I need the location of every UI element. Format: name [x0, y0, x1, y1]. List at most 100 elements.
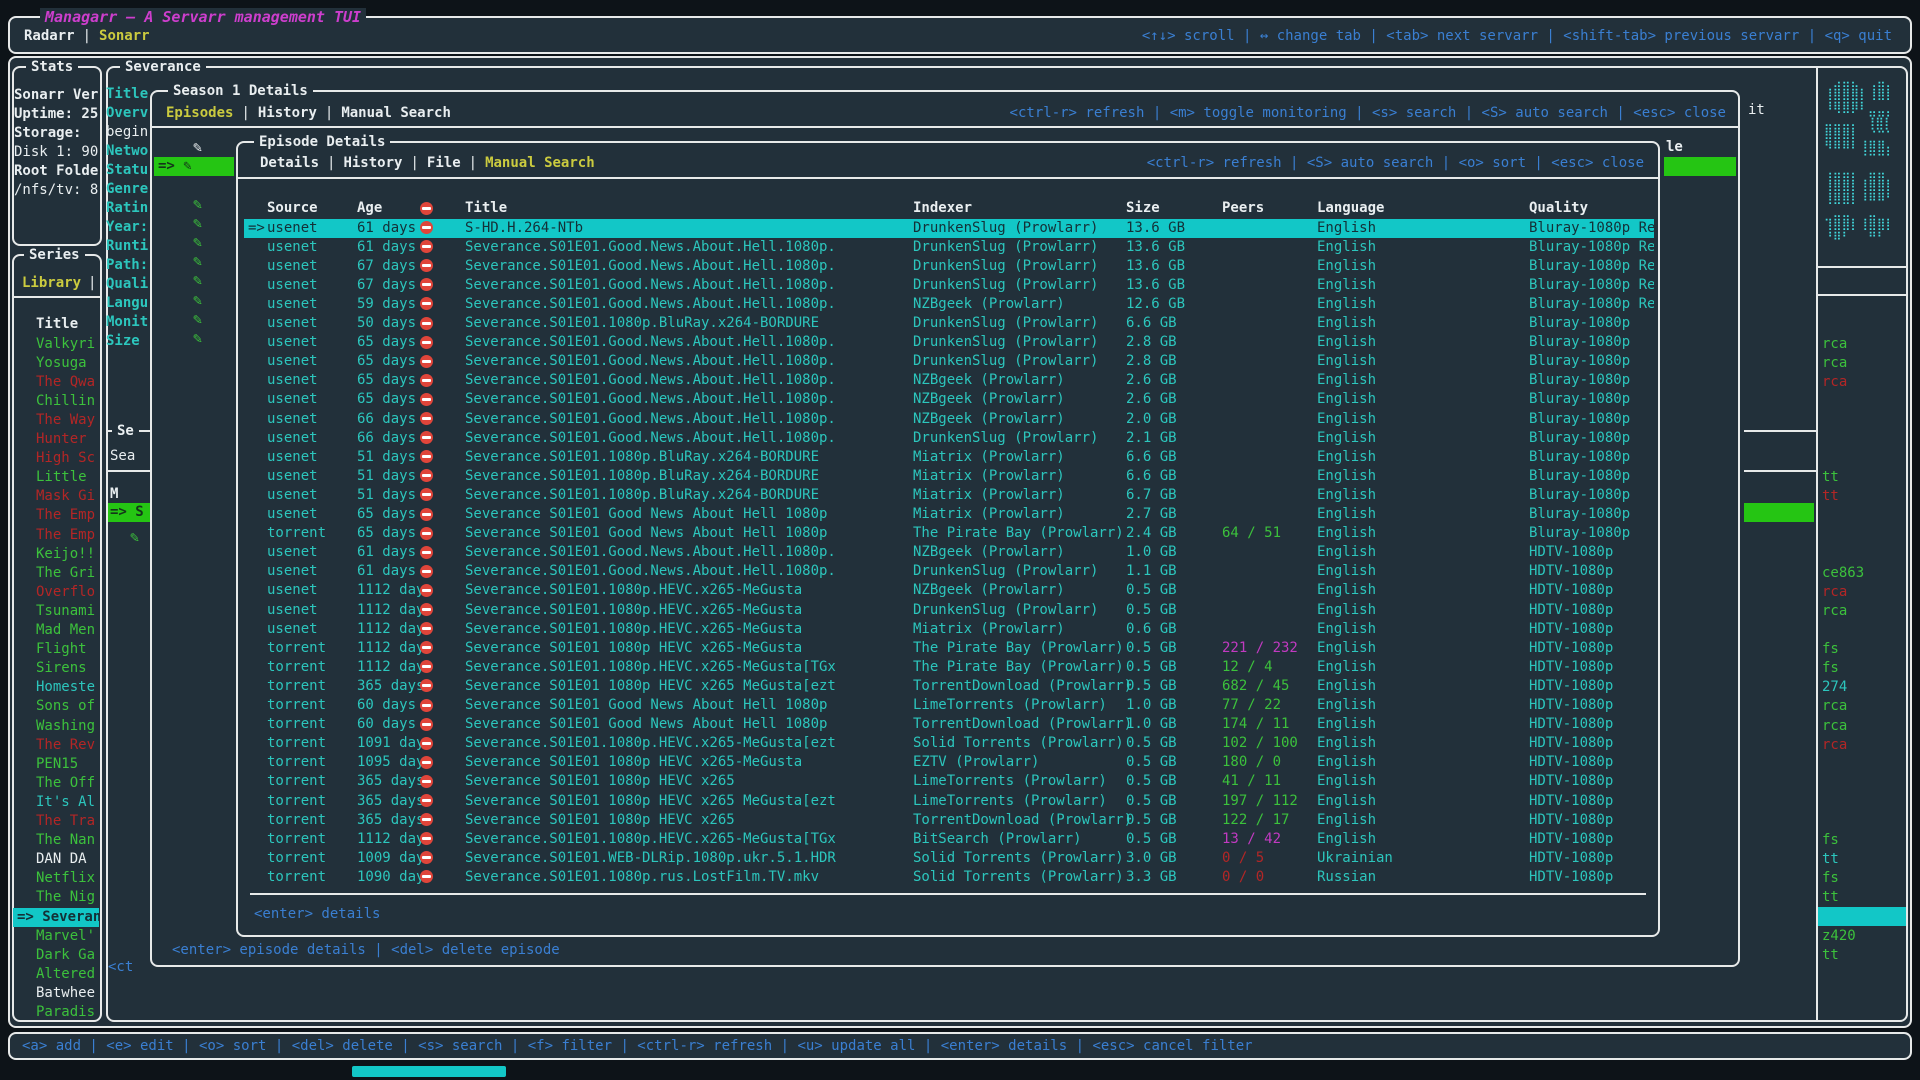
release-row[interactable]: usenet59 daysSeverance.S01E01.Good.News.… — [244, 295, 1654, 314]
release-row[interactable]: torrent60 daysSeverance S01E01 Good News… — [244, 696, 1654, 715]
season-tab-manual-search[interactable]: Manual Search — [341, 105, 451, 121]
episode-tab-history[interactable]: History — [343, 155, 402, 171]
release-row[interactable]: torrent365 daysSeverance S01E01 1080p HE… — [244, 811, 1654, 830]
cell-size: 0.5 GB — [1126, 753, 1177, 772]
series-list-item[interactable]: DAN DA — [13, 850, 99, 869]
series-list-item[interactable]: The Way — [13, 411, 99, 430]
series-list-item[interactable]: Hunter — [13, 430, 99, 449]
release-row[interactable]: torrent1095 daysSeverance S01E01 1080p H… — [244, 753, 1654, 772]
release-row[interactable]: usenet65 daysSeverance.S01E01.Good.News.… — [244, 333, 1654, 352]
cell-title: Severance.S01E01.Good.News.About.Hell.10… — [465, 295, 836, 314]
release-row[interactable]: usenet61 daysSeverance.S01E01.Good.News.… — [244, 543, 1654, 562]
release-row[interactable]: usenet67 daysSeverance.S01E01.Good.News.… — [244, 257, 1654, 276]
cell-size: 0.5 GB — [1126, 658, 1177, 677]
severance-field-label: Langu — [106, 294, 156, 313]
episode-tab-details[interactable]: Details — [260, 155, 319, 171]
release-row[interactable]: torrent1090 daysSeverance.S01E01.1080p.r… — [244, 868, 1654, 887]
release-row[interactable]: torrent65 daysSeverance S01E01 Good News… — [244, 524, 1654, 543]
release-row[interactable]: usenet66 daysSeverance.S01E01.Good.News.… — [244, 429, 1654, 448]
release-row[interactable]: torrent1112 daysSeverance.S01E01.1080p.H… — [244, 658, 1654, 677]
season-tab-episodes[interactable]: Episodes — [166, 105, 233, 121]
cell-quality: Bluray-1080p — [1529, 505, 1630, 524]
season-tab-history[interactable]: History — [258, 105, 317, 121]
release-row[interactable]: torrent365 daysSeverance S01E01 1080p HE… — [244, 772, 1654, 791]
release-row[interactable]: torrent1112 daysSeverance.S01E01.1080p.H… — [244, 830, 1654, 849]
selected-row-marker: => — [248, 219, 265, 238]
series-list-item[interactable]: Batwhee — [13, 984, 99, 1003]
series-list-item[interactable]: Keijo!! — [13, 545, 99, 564]
release-row[interactable]: torrent365 daysSeverance S01E01 1080p HE… — [244, 792, 1654, 811]
series-list-item[interactable]: Sirens — [13, 659, 99, 678]
series-list-item[interactable]: Altered — [13, 965, 99, 984]
release-row[interactable]: usenet65 daysSeverance S01E01 Good News … — [244, 505, 1654, 524]
selected-episode-row-left[interactable]: => ✎ — [154, 157, 234, 176]
cell-age: 61 days — [357, 238, 416, 257]
series-list-item[interactable]: Little — [13, 468, 99, 487]
release-row[interactable]: usenet51 daysSeverance.S01E01.1080p.BluR… — [244, 467, 1654, 486]
series-list-item[interactable]: Paradis — [13, 1003, 99, 1022]
release-row[interactable]: usenet67 daysSeverance.S01E01.Good.News.… — [244, 276, 1654, 295]
release-row[interactable]: torrent60 daysSeverance S01E01 Good News… — [244, 715, 1654, 734]
series-list-item[interactable]: Overflo — [13, 583, 99, 602]
column-header-source: Source — [267, 199, 318, 218]
series-list-item[interactable]: Dark Ga — [13, 946, 99, 965]
release-row[interactable]: usenet50 daysSeverance.S01E01.1080p.BluR… — [244, 314, 1654, 333]
tab-library[interactable]: Library — [22, 274, 81, 293]
release-row[interactable]: torrent1112 daysSeverance S01E01 1080p H… — [244, 639, 1654, 658]
release-row[interactable]: usenet51 daysSeverance.S01E01.1080p.BluR… — [244, 486, 1654, 505]
series-list-item[interactable]: Sons of — [13, 697, 99, 716]
series-list-item[interactable]: The Nan — [13, 831, 99, 850]
series-list-item[interactable]: Homeste — [13, 678, 99, 697]
scrollbar-thumb[interactable] — [352, 1066, 506, 1077]
release-row[interactable]: usenet1112 daysSeverance.S01E01.1080p.HE… — [244, 581, 1654, 600]
no-entry-icon — [420, 734, 433, 753]
episode-tab-file[interactable]: File — [427, 155, 461, 171]
series-list-item[interactable]: The Tra — [13, 812, 99, 831]
cell-age: 50 days — [357, 314, 416, 333]
series-list-item[interactable]: Valkyri — [13, 335, 99, 354]
release-row[interactable]: =>usenet61 daysS-HD.H.264-NTbDrunkenSlug… — [244, 219, 1654, 238]
series-list-item[interactable]: The Emp — [13, 506, 99, 525]
release-row[interactable]: usenet1112 daysSeverance.S01E01.1080p.HE… — [244, 601, 1654, 620]
cell-indexer: DrunkenSlug (Prowlarr) — [913, 314, 1098, 333]
release-row[interactable]: torrent365 daysSeverance S01E01 1080p HE… — [244, 677, 1654, 696]
series-list-item[interactable]: It's Al — [13, 793, 99, 812]
cell-source: torrent — [267, 524, 326, 543]
tab-radarr[interactable]: Radarr — [24, 28, 75, 44]
series-list-item[interactable]: Chillin — [13, 392, 99, 411]
release-row[interactable]: usenet65 daysSeverance.S01E01.Good.News.… — [244, 352, 1654, 371]
release-row[interactable]: torrent1009 daysSeverance.S01E01.WEB-DLR… — [244, 849, 1654, 868]
cell-peers: 174 / 11 — [1222, 715, 1289, 734]
series-list-item[interactable]: The Emp — [13, 526, 99, 545]
release-row[interactable]: usenet65 daysSeverance.S01E01.Good.News.… — [244, 390, 1654, 409]
episode-tab-manual-search[interactable]: Manual Search — [485, 155, 595, 171]
release-row[interactable]: usenet66 daysSeverance.S01E01.Good.News.… — [244, 410, 1654, 429]
series-list-item[interactable]: Flight — [13, 640, 99, 659]
series-list-item[interactable]: => Severan — [13, 908, 99, 927]
tab-sonarr[interactable]: Sonarr — [99, 28, 150, 44]
cell-indexer: Solid Torrents (Prowlarr) — [913, 849, 1124, 868]
release-row[interactable]: usenet65 daysSeverance.S01E01.Good.News.… — [244, 371, 1654, 390]
release-row[interactable]: usenet51 daysSeverance.S01E01.1080p.BluR… — [244, 448, 1654, 467]
series-list-item[interactable]: The Gri — [13, 564, 99, 583]
release-row[interactable]: torrent1091 daysSeverance.S01E01.1080p.H… — [244, 734, 1654, 753]
series-list-item[interactable]: Netflix — [13, 869, 99, 888]
series-list-item[interactable]: The Qwa — [13, 373, 99, 392]
cell-peers: 0 / 0 — [1222, 868, 1264, 887]
no-entry-icon — [420, 849, 433, 868]
release-row[interactable]: usenet61 daysSeverance.S01E01.Good.News.… — [244, 562, 1654, 581]
series-list-item[interactable]: High Sc — [13, 449, 99, 468]
series-list-item[interactable]: Washing — [13, 717, 99, 736]
series-list-item[interactable]: Mask Gi — [13, 487, 99, 506]
series-list-item[interactable]: Marvel' — [13, 927, 99, 946]
series-list-item[interactable]: The Off — [13, 774, 99, 793]
series-list-item[interactable]: The Rev — [13, 736, 99, 755]
series-list-item[interactable]: PEN15 — [13, 755, 99, 774]
cell-language: English — [1317, 238, 1376, 257]
series-list-item[interactable]: Tsunami — [13, 602, 99, 621]
release-row[interactable]: usenet61 daysSeverance.S01E01.Good.News.… — [244, 238, 1654, 257]
series-list-item[interactable]: The Nig — [13, 888, 99, 907]
release-row[interactable]: usenet1112 daysSeverance.S01E01.1080p.HE… — [244, 620, 1654, 639]
series-list-item[interactable]: Mad Men — [13, 621, 99, 640]
series-list-item[interactable]: Yosuga — [13, 354, 99, 373]
